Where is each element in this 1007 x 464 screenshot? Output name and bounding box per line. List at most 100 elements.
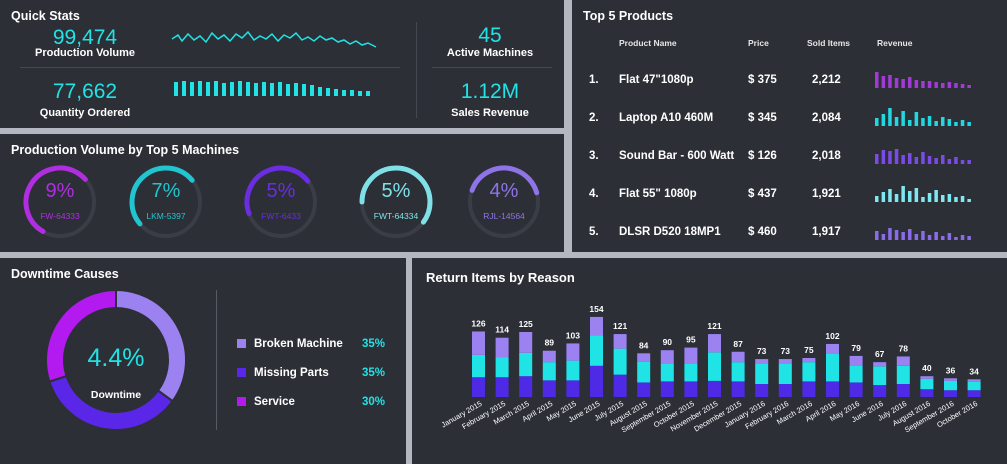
sparkline-bar	[326, 88, 330, 96]
bar-total-label: 89	[545, 338, 555, 348]
return-bar-segment	[873, 385, 887, 397]
return-bar-segment	[778, 363, 792, 384]
revenue-bar	[888, 228, 892, 240]
return-bar-segment	[542, 362, 556, 381]
revenue-bar	[894, 230, 899, 240]
downtime-center-label: Downtime	[90, 389, 142, 401]
machine-id: FWT-64334	[373, 211, 419, 221]
return-bar-segment	[472, 377, 485, 397]
sparkline-bar	[302, 84, 306, 96]
revenue-bar	[888, 108, 892, 126]
legend-swatch	[237, 339, 246, 349]
product-name: Flat 47"1080p	[619, 74, 694, 86]
sparkline-bar	[334, 89, 338, 96]
return-bar-segment	[967, 381, 981, 391]
return-bar-segment	[684, 363, 698, 382]
product-name: Flat 55" 1080p	[619, 188, 697, 200]
sparkline-bar	[198, 81, 202, 96]
return-bar-segment	[731, 362, 745, 382]
return-bar-segment	[495, 377, 509, 397]
revenue-bar	[901, 186, 905, 202]
downtime-panel: Downtime Causes 4.4% Downtime Broken Mac…	[0, 258, 406, 464]
revenue-bar	[881, 76, 886, 88]
revenue-bar	[888, 75, 892, 88]
bar-total-label: 84	[639, 340, 649, 350]
bar-total-label: 67	[875, 349, 885, 359]
revenue-bar	[934, 82, 938, 88]
quantity-bars-sparkline	[174, 81, 370, 96]
sparkline-bar	[238, 81, 242, 96]
revenue-bar	[908, 229, 912, 240]
revenue-bar	[894, 117, 899, 126]
product-rank: 1.	[589, 74, 599, 86]
production-sparkline	[171, 30, 377, 48]
bar-total-label: 79	[851, 343, 861, 353]
sparkline-bar	[310, 85, 314, 96]
revenue-bar	[921, 197, 925, 202]
sparkline-bar	[206, 82, 210, 96]
return-bar-segment	[826, 381, 839, 397]
machine-percent: 7%	[151, 180, 181, 202]
product-sold: 2,212	[812, 74, 841, 86]
return-bar-segment	[495, 337, 509, 358]
machines-panel: Production Volume by Top 5 Machines 9% FW…	[0, 134, 564, 252]
bar-total-label: 114	[495, 325, 509, 335]
return-bar-segment	[944, 390, 957, 397]
revenue-bar	[908, 120, 912, 126]
machine-id: FWT-6433	[261, 211, 301, 221]
legend-label: Service	[254, 396, 295, 408]
divider-vertical	[416, 22, 417, 118]
top-products-title: Top 5 Products	[583, 9, 674, 23]
machine-id: LKM-5397	[146, 211, 186, 221]
return-bar-segment	[519, 352, 533, 377]
return-bar-segment	[778, 359, 792, 364]
product-rank: 3.	[589, 150, 599, 162]
machine-id: RJL-14564	[483, 211, 525, 221]
return-bar-segment	[755, 384, 769, 397]
revenue-bar	[914, 188, 919, 202]
revenue-bar	[908, 153, 912, 164]
bar-total-label: 121	[707, 321, 721, 331]
revenue-bar	[921, 81, 925, 88]
return-bar-segment	[684, 347, 698, 364]
revenue-bar	[875, 196, 879, 202]
revenue-bar	[941, 236, 945, 240]
return-bar-segment	[472, 354, 485, 378]
return-bar-segment	[590, 365, 603, 397]
return-bar-segment	[542, 380, 556, 397]
product-sold: 1,921	[812, 188, 841, 200]
sparkline-bar	[246, 82, 250, 96]
sales-revenue-label: Sales Revenue	[451, 107, 529, 119]
return-bar-segment	[944, 380, 957, 391]
revenue-bar	[875, 72, 879, 88]
revenue-bar	[960, 84, 965, 88]
sparkline-bar	[222, 83, 226, 96]
legend-swatch	[237, 368, 246, 378]
product-rank: 5.	[589, 226, 599, 238]
revenue-bar	[954, 83, 958, 88]
return-bar-segment	[967, 390, 981, 397]
revenue-bar	[921, 231, 925, 240]
return-bar-segment	[849, 382, 863, 397]
return-bar-segment	[920, 389, 934, 397]
sparkline-bar	[254, 83, 258, 96]
downtime-title: Downtime Causes	[11, 267, 119, 281]
bar-total-label: 103	[566, 330, 580, 340]
revenue-bar	[901, 232, 905, 240]
revenue-bar	[934, 121, 938, 126]
revenue-bar	[967, 236, 971, 240]
revenue-bar	[908, 77, 912, 88]
revenue-bar	[967, 199, 971, 202]
return-bar-segment	[826, 353, 839, 382]
sparkline-bar	[174, 82, 178, 96]
bar-total-label: 90	[663, 337, 673, 347]
machine-id: FW-64333	[40, 211, 80, 221]
revenue-bar	[967, 85, 971, 88]
bar-total-label: 78	[899, 343, 909, 353]
return-bar-segment	[967, 379, 981, 382]
bar-total-label: 102	[825, 331, 839, 341]
product-price: $ 126	[748, 150, 777, 162]
col-header-price: Price	[748, 38, 769, 48]
product-sold: 2,084	[812, 112, 841, 124]
return-bar-segment	[708, 380, 721, 397]
